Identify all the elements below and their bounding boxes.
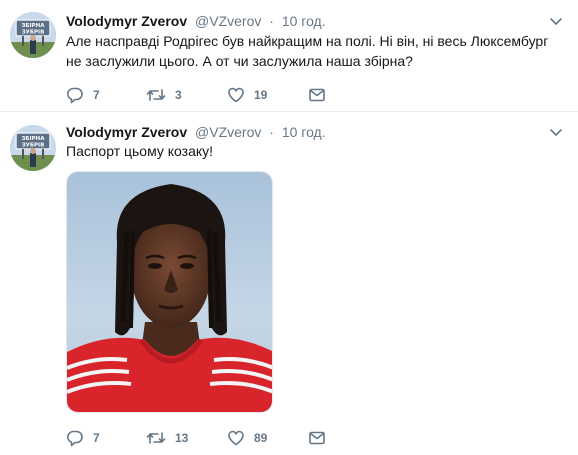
- reply-button[interactable]: 7: [66, 428, 100, 448]
- retweet-button[interactable]: 13: [146, 428, 188, 448]
- avatar-image: ЗБІРНА ЗУБРІВ: [10, 125, 56, 171]
- retweet-icon: [146, 89, 166, 101]
- like-count: 19: [254, 88, 268, 102]
- chevron-down-icon[interactable]: [548, 14, 564, 30]
- tweet-actions: 7 13 89: [66, 428, 336, 448]
- tweet[interactable]: ЗБІРНА ЗУБРІВ Volodymyr Zverov @VZverov …: [0, 0, 578, 112]
- avatar-sign-line-1: ЗБІРНА: [21, 23, 45, 29]
- tweet-timestamp[interactable]: 10 год.: [282, 124, 326, 140]
- tweet[interactable]: ЗБІРНА ЗУБРІВ Volodymyr Zverov @VZverov …: [0, 112, 578, 455]
- direct-message-button[interactable]: [308, 428, 326, 448]
- retweet-button[interactable]: 3: [146, 85, 182, 105]
- avatar[interactable]: ЗБІРНА ЗУБРІВ: [10, 125, 56, 171]
- reply-icon: [66, 430, 83, 447]
- envelope-icon: [309, 431, 325, 445]
- like-button[interactable]: 89: [227, 428, 267, 448]
- heart-icon: [228, 87, 244, 103]
- reply-icon: [66, 87, 83, 104]
- tweet-photo[interactable]: [66, 171, 273, 413]
- tweet-header: Volodymyr Zverov @VZverov · 10 год.: [66, 12, 550, 30]
- tweet-timestamp[interactable]: 10 год.: [282, 13, 326, 29]
- avatar[interactable]: ЗБІРНА ЗУБРІВ: [10, 12, 56, 58]
- avatar-sign-line-1: ЗБІРНА: [21, 136, 45, 142]
- author-handle[interactable]: @VZverov: [195, 13, 261, 29]
- avatar-sign-line-2: ЗУБРІВ: [22, 143, 45, 149]
- retweet-count: 3: [175, 88, 182, 102]
- direct-message-button[interactable]: [308, 85, 326, 105]
- tweet-text: Паспорт цьому козаку!: [66, 143, 214, 159]
- player-portrait-photo: [67, 172, 272, 412]
- retweet-icon: [146, 432, 166, 444]
- avatar-sign-line-2: ЗУБРІВ: [22, 30, 45, 36]
- author-name[interactable]: Volodymyr Zverov: [66, 124, 187, 140]
- reply-count: 7: [93, 88, 100, 102]
- like-count: 89: [254, 431, 268, 445]
- reply-button[interactable]: 7: [66, 85, 100, 105]
- envelope-icon: [309, 88, 325, 102]
- author-handle[interactable]: @VZverov: [195, 124, 261, 140]
- tweet-text: Але насправді Родрігес був найкращим на …: [66, 33, 549, 69]
- reply-count: 7: [93, 431, 100, 445]
- chevron-down-icon[interactable]: [548, 125, 564, 141]
- heart-icon: [228, 430, 244, 446]
- tweet-actions: 7 3 19: [66, 85, 336, 105]
- header-separator: ·: [269, 13, 274, 29]
- header-separator: ·: [269, 124, 274, 140]
- author-name[interactable]: Volodymyr Zverov: [66, 13, 187, 29]
- tweet-header: Volodymyr Zverov @VZverov · 10 год.: [66, 123, 550, 141]
- retweet-count: 13: [175, 431, 189, 445]
- avatar-image: ЗБІРНА ЗУБРІВ: [10, 12, 56, 58]
- like-button[interactable]: 19: [227, 85, 267, 105]
